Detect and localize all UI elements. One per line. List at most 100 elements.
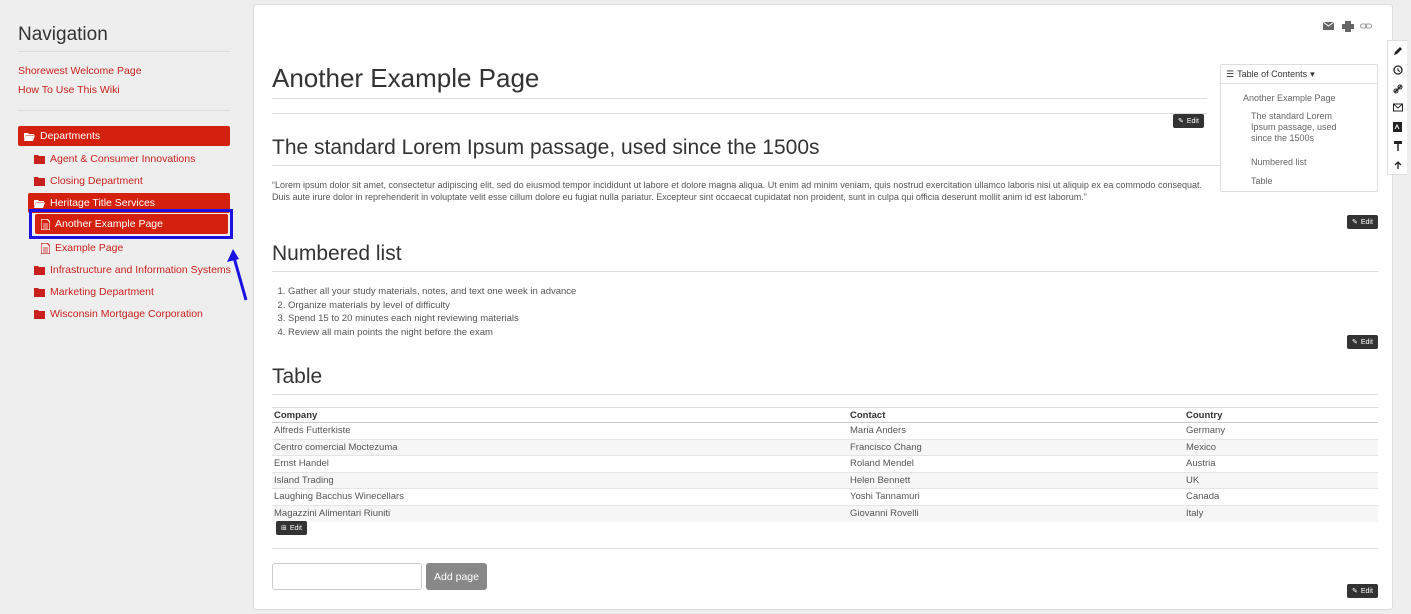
- table-row: Island Trading Helen Bennett UK: [272, 472, 1378, 489]
- right-toolbar: [1387, 40, 1407, 175]
- section-heading: The standard Lorem Ipsum passage, used s…: [272, 136, 820, 159]
- tree-item-closing-department[interactable]: Closing Department: [28, 171, 233, 191]
- table-cell: Mexico: [1184, 439, 1378, 456]
- paint-roller-icon[interactable]: [1388, 136, 1407, 155]
- pencil-icon[interactable]: [1388, 41, 1407, 60]
- table-cell: Giovanni Rovelli: [848, 505, 1184, 522]
- new-page-input[interactable]: [272, 563, 422, 590]
- section-heading: Numbered list: [272, 242, 402, 265]
- tree-item-label: Departments: [40, 130, 101, 142]
- list-item: Spend 15 to 20 minutes each night review…: [288, 312, 576, 326]
- edit-button[interactable]: ✎ Edit: [1347, 335, 1378, 349]
- list-item: Gather all your study materials, notes, …: [288, 285, 576, 299]
- table-cell: Maria Anders: [848, 422, 1184, 440]
- arrow-up-icon[interactable]: [1388, 155, 1407, 174]
- section-heading: Table: [272, 365, 323, 388]
- page-icon: [41, 242, 50, 254]
- table-cell: Laughing Bacchus Winecellars: [272, 488, 848, 506]
- link-shorewest-welcome[interactable]: Shorewest Welcome Page: [18, 65, 142, 77]
- divider: [272, 113, 1207, 114]
- table-row: Magazzini Alimentari Riuniti Giovanni Rov…: [272, 505, 1378, 522]
- toc-header[interactable]: ☰ Table of Contents ▾: [1221, 65, 1377, 84]
- column-header: Country: [1184, 407, 1378, 423]
- table-edit-button[interactable]: ⊞ Edit: [276, 521, 307, 535]
- main-content: Another Example Page ✎ Edit The standard …: [253, 4, 1393, 610]
- pencil-icon: ✎: [1352, 219, 1358, 226]
- pencil-icon: ✎: [1352, 588, 1358, 595]
- toc-item[interactable]: Another Example Page: [1243, 93, 1336, 104]
- link-icon[interactable]: [1360, 21, 1372, 31]
- divider: [18, 110, 230, 111]
- lorem-paragraph: “Lorem ipsum dolor sit amet, consectetur…: [272, 180, 1202, 202]
- numbered-list: Gather all your study materials, notes, …: [274, 285, 576, 339]
- navigation-title: Navigation: [18, 24, 108, 45]
- divider: [18, 51, 230, 52]
- table-cell: Magazzini Alimentari Riuniti: [272, 505, 848, 522]
- table-icon: ⊞: [281, 525, 287, 532]
- company-table: Company Contact Country Alfreds Futterki…: [272, 407, 1378, 522]
- table-row: Laughing Bacchus Winecellars Yoshi Tannam…: [272, 488, 1378, 506]
- pencil-icon: ✎: [1178, 118, 1184, 125]
- edit-button[interactable]: ✎ Edit: [1347, 584, 1378, 598]
- add-page-button[interactable]: Add page: [426, 563, 487, 590]
- table-of-contents: ☰ Table of Contents ▾ Another Example Pa…: [1220, 64, 1378, 192]
- toc-item[interactable]: Table: [1251, 176, 1273, 187]
- print-icon[interactable]: [1342, 21, 1354, 32]
- table-cell: Roland Mendel: [848, 455, 1184, 473]
- page-actions: [1323, 21, 1372, 32]
- folder-open-icon: [34, 199, 45, 208]
- tree-item-infrastructure[interactable]: Infrastructure and Information Systems: [28, 260, 233, 280]
- table-cell: UK: [1184, 472, 1378, 489]
- tree-item-label: Wisconsin Mortgage Corporation: [50, 308, 203, 320]
- link-how-to-use-wiki[interactable]: How To Use This Wiki: [18, 84, 120, 96]
- edit-button[interactable]: ✎ Edit: [1347, 215, 1378, 229]
- table-row: Centro comercial Moctezuma Francisco Chan…: [272, 439, 1378, 456]
- page-title: Another Example Page: [272, 63, 540, 93]
- history-icon[interactable]: [1388, 60, 1407, 79]
- tree-item-label: Heritage Title Services: [50, 197, 156, 209]
- list-item: Organize materials by level of difficult…: [288, 299, 576, 313]
- table-cell: Island Trading: [272, 472, 848, 489]
- column-header: Company: [272, 407, 848, 423]
- list-item: Review all main points the night before …: [288, 326, 576, 340]
- toc-title: Table of Contents: [1237, 69, 1308, 79]
- annotation-arrow-icon: [227, 249, 248, 301]
- pdf-icon[interactable]: [1388, 117, 1407, 136]
- tree-item-label: Infrastructure and Information Systems: [50, 264, 231, 276]
- tree-item-example-page[interactable]: Example Page: [35, 238, 228, 258]
- toc-item[interactable]: Numbered list: [1251, 157, 1307, 168]
- envelope-icon[interactable]: [1388, 98, 1407, 117]
- email-page-icon[interactable]: [1323, 21, 1336, 31]
- divider: [272, 165, 1378, 166]
- annotation-highlight-box: [29, 209, 233, 239]
- folder-icon: [34, 265, 45, 275]
- table-cell: Centro comercial Moctezuma: [272, 439, 848, 456]
- folder-icon: [34, 287, 45, 297]
- divider: [272, 548, 1378, 549]
- tree-item-marketing[interactable]: Marketing Department: [28, 282, 233, 302]
- tree-item-wisconsin-mortgage[interactable]: Wisconsin Mortgage Corporation: [28, 304, 233, 324]
- tree-item-agent-consumer[interactable]: Agent & Consumer Innovations: [28, 149, 233, 169]
- link-icon[interactable]: [1388, 79, 1407, 98]
- table-cell: Yoshi Tannamuri: [848, 488, 1184, 506]
- divider: [272, 98, 1207, 99]
- sidebar: Navigation Shorewest Welcome Page How To…: [0, 0, 248, 614]
- toc-item[interactable]: The standard Lorem Ipsum passage, used s…: [1251, 111, 1351, 144]
- table-cell: Germany: [1184, 422, 1378, 440]
- list-icon: ☰: [1226, 68, 1235, 79]
- table-row: Ernst Handel Roland Mendel Austria: [272, 455, 1378, 473]
- tree-item-label: Marketing Department: [50, 286, 154, 298]
- folder-icon: [34, 309, 45, 319]
- folder-icon: [34, 154, 45, 164]
- caret-down-icon: ▾: [1310, 68, 1315, 79]
- divider: [272, 271, 1378, 272]
- table-row: Alfreds Futterkiste Maria Anders Germany: [272, 422, 1378, 440]
- table-cell: Helen Bennett: [848, 472, 1184, 489]
- tree-item-departments[interactable]: Departments: [18, 126, 230, 146]
- table-cell: Francisco Chang: [848, 439, 1184, 456]
- edit-button[interactable]: ✎ Edit: [1173, 114, 1204, 128]
- folder-open-icon: [24, 132, 35, 141]
- column-header: Contact: [848, 407, 1184, 423]
- tree-item-label: Example Page: [55, 242, 124, 254]
- table-cell: Austria: [1184, 455, 1378, 473]
